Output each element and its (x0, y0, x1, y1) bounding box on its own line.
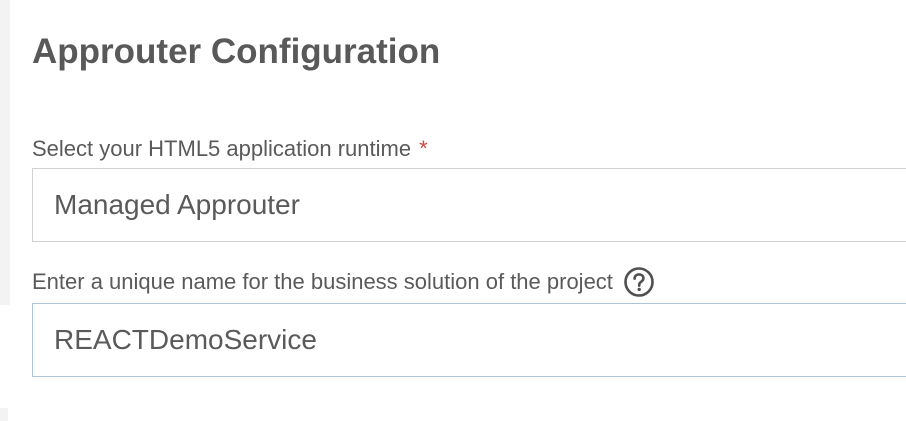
runtime-field-label: Select your HTML5 application runtime * (32, 135, 428, 163)
approuter-config-page: Approuter Configuration Select your HTML… (0, 0, 906, 421)
left-panel-edge-lower (0, 408, 8, 421)
runtime-selected-value: Managed Approuter (54, 189, 300, 220)
runtime-label-text: Select your HTML5 application runtime (32, 136, 412, 161)
runtime-select[interactable]: Managed Approuter (32, 168, 906, 242)
question-circle-icon[interactable] (623, 266, 655, 298)
required-marker: * (419, 136, 428, 161)
page-title: Approuter Configuration (32, 32, 441, 71)
solution-name-field-label: Enter a unique name for the business sol… (32, 266, 655, 298)
solution-name-label-text: Enter a unique name for the business sol… (32, 269, 613, 294)
left-panel-edge (0, 0, 10, 305)
solution-name-field[interactable] (32, 303, 906, 377)
solution-name-input[interactable] (54, 323, 904, 357)
